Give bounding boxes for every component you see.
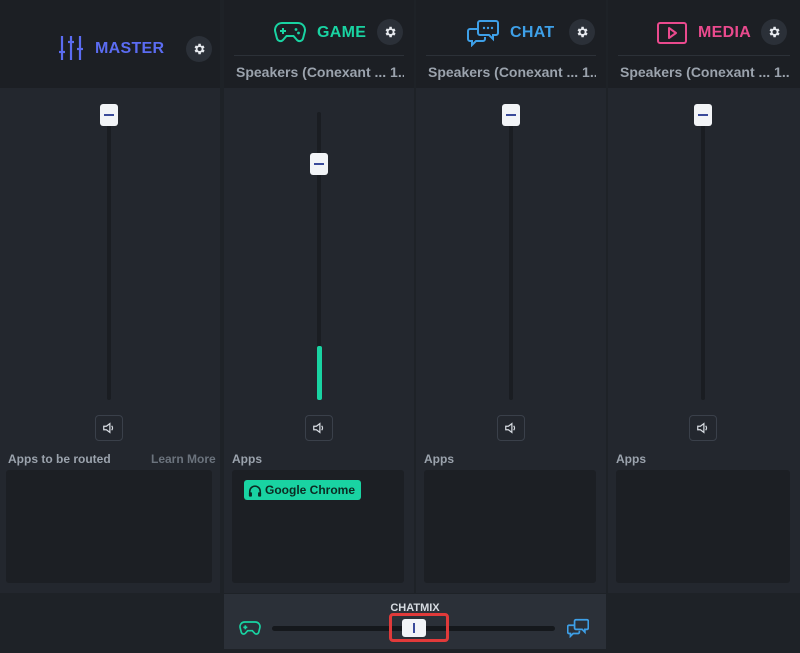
chat-settings-button[interactable] bbox=[569, 19, 595, 45]
chat-header: CHAT Speakers (Conexant ... 1... bbox=[416, 0, 606, 88]
chat-header-divider bbox=[426, 55, 596, 56]
game-settings-button[interactable] bbox=[377, 19, 403, 45]
game-header-divider bbox=[234, 55, 404, 56]
master-title: MASTER bbox=[95, 40, 165, 57]
chat-volume-track[interactable] bbox=[509, 112, 513, 400]
game-apps-list: Google Chrome bbox=[232, 470, 404, 583]
app-chip-google-chrome[interactable]: Google Chrome bbox=[244, 480, 362, 500]
media-apps-list bbox=[616, 470, 790, 583]
speaker-icon bbox=[505, 422, 516, 434]
game-title: GAME bbox=[317, 24, 367, 41]
media-mute-button[interactable] bbox=[689, 415, 717, 441]
media-device-selector[interactable]: Speakers (Conexant ... 1... bbox=[620, 64, 790, 80]
game-volume-handle[interactable] bbox=[310, 153, 328, 175]
master-header: MASTER bbox=[0, 0, 220, 88]
media-title: MEDIA bbox=[698, 24, 752, 41]
media-header: MEDIA Speakers (Conexant ... 1... bbox=[608, 0, 800, 88]
chat-column: CHAT Speakers (Conexant ... 1... Apps bbox=[416, 0, 606, 593]
media-column: MEDIA Speakers (Conexant ... 1... Apps bbox=[608, 0, 800, 593]
game-apps-label: Apps bbox=[232, 452, 262, 466]
chat-device-selector[interactable]: Speakers (Conexant ... 1... bbox=[428, 64, 596, 80]
master-volume-track[interactable] bbox=[107, 112, 111, 400]
gamepad-icon bbox=[239, 621, 261, 635]
app-chip-label: Google Chrome bbox=[265, 483, 356, 497]
master-apps-label: Apps to be routed bbox=[8, 452, 111, 466]
media-volume-track[interactable] bbox=[701, 112, 705, 400]
speaker-icon bbox=[697, 422, 708, 434]
chat-mute-button[interactable] bbox=[497, 415, 525, 441]
game-column: GAME Speakers (Conexant ... 1... Apps Go… bbox=[224, 0, 414, 593]
gear-icon bbox=[769, 26, 780, 38]
chat-bubbles-icon bbox=[467, 20, 499, 47]
media-settings-button[interactable] bbox=[761, 19, 787, 45]
speaker-icon bbox=[313, 422, 324, 434]
gear-icon bbox=[385, 26, 396, 38]
game-mute-button[interactable] bbox=[305, 415, 333, 441]
headphones-icon bbox=[248, 484, 262, 497]
game-level-meter bbox=[317, 346, 322, 400]
highlight-box bbox=[389, 613, 449, 642]
media-apps-label: Apps bbox=[616, 452, 646, 466]
master-mute-button[interactable] bbox=[95, 415, 123, 441]
gamepad-icon bbox=[274, 22, 306, 43]
learn-more-link[interactable]: Learn More bbox=[151, 452, 216, 466]
chat-bubbles-icon bbox=[567, 618, 589, 638]
game-header: GAME Speakers (Conexant ... 1... bbox=[224, 0, 414, 88]
gear-icon bbox=[577, 26, 588, 38]
master-settings-button[interactable] bbox=[186, 36, 212, 62]
master-column: MASTER Apps to be routed Learn More bbox=[0, 0, 220, 593]
speaker-icon bbox=[103, 422, 114, 434]
chat-volume-handle[interactable] bbox=[502, 104, 520, 126]
master-volume-handle[interactable] bbox=[100, 104, 118, 126]
master-apps-list bbox=[6, 470, 212, 583]
chatmix-panel: CHATMIX bbox=[224, 594, 606, 649]
media-volume-handle[interactable] bbox=[694, 104, 712, 126]
play-icon bbox=[657, 22, 687, 44]
chat-apps-list bbox=[424, 470, 596, 583]
chat-apps-label: Apps bbox=[424, 452, 454, 466]
gear-icon bbox=[194, 43, 205, 55]
media-header-divider bbox=[618, 55, 790, 56]
chat-title: CHAT bbox=[510, 24, 555, 41]
sliders-icon bbox=[59, 36, 83, 60]
game-device-selector[interactable]: Speakers (Conexant ... 1... bbox=[236, 64, 404, 80]
